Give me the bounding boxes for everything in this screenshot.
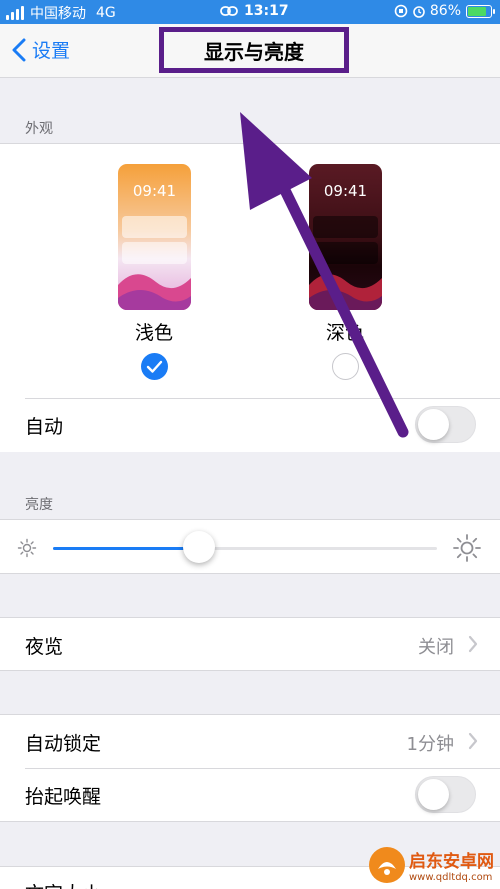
network-type: 4G	[96, 5, 116, 21]
auto-appearance-toggle[interactable]	[415, 406, 476, 443]
watermark: 启东安卓网 www.qdltdq.com	[369, 847, 494, 883]
alarm-icon	[413, 6, 425, 18]
night-shift-label: 夜览	[25, 636, 64, 658]
battery-icon	[466, 4, 495, 18]
brightness-section-label: 亮度	[25, 497, 53, 513]
watermark-logo-icon	[369, 847, 405, 883]
auto-lock-value: 1分钟	[406, 734, 454, 755]
watermark-name: 启东安卓网	[409, 852, 494, 872]
auto-appearance-row: 自动	[0, 398, 500, 452]
toggle-knob	[418, 779, 449, 810]
battery-percent: 86%	[429, 3, 461, 19]
light-preview-time: 09:41	[132, 182, 177, 200]
orientation-lock-icon	[394, 4, 408, 18]
text-size-label: 文字大小	[25, 879, 101, 889]
dark-preview-time: 09:41	[323, 182, 368, 200]
status-left: 中国移动 4G	[6, 3, 116, 23]
chevron-right-icon	[468, 635, 478, 653]
brightness-card	[0, 519, 500, 574]
dark-mode-radio[interactable]	[332, 353, 359, 380]
link-icon	[220, 6, 238, 16]
appearance-card: 09:41 浅色 09:41 深色 自动	[0, 143, 500, 452]
back-label: 设置	[32, 40, 71, 62]
navigation-bar: 设置 显示与亮度	[0, 24, 500, 78]
watermark-url: www.qdltdq.com	[409, 872, 493, 883]
chevron-left-icon	[12, 38, 26, 61]
battery-fill	[468, 6, 486, 16]
signal-icon	[6, 6, 24, 20]
auto-lock-row[interactable]: 自动锁定 1分钟	[0, 714, 500, 768]
auto-lock-label: 自动锁定	[25, 733, 102, 755]
brightness-slider-fill	[53, 547, 199, 550]
dark-mode-label: 深色	[325, 322, 364, 344]
status-bar: 中国移动 4G 13:17 86%	[0, 0, 500, 24]
status-right: 86%	[394, 3, 495, 19]
toggle-knob	[418, 409, 449, 440]
sun-small-icon	[17, 538, 37, 558]
status-time: 13:17	[244, 3, 289, 19]
sun-large-icon	[453, 534, 481, 562]
row-divider	[25, 768, 500, 769]
page-title-text: 显示与亮度	[204, 39, 304, 64]
light-mode-preview[interactable]: 09:41	[118, 164, 191, 310]
dark-preview-widget	[313, 216, 378, 238]
appearance-section-label: 外观	[25, 121, 53, 137]
light-preview-wave	[118, 274, 191, 310]
back-button[interactable]: 设置	[12, 36, 70, 63]
brightness-slider-track[interactable]	[53, 547, 437, 550]
light-preview-widget	[122, 216, 187, 238]
light-mode-radio[interactable]	[141, 353, 168, 380]
chevron-right-icon	[468, 732, 478, 750]
night-shift-row[interactable]: 夜览 关闭	[0, 617, 500, 671]
page-title: 显示与亮度	[159, 27, 349, 73]
dark-mode-preview[interactable]: 09:41	[309, 164, 382, 310]
dark-preview-wave	[309, 274, 382, 310]
checkmark-icon	[146, 360, 163, 373]
night-shift-value: 关闭	[418, 637, 454, 658]
light-mode-label: 浅色	[134, 322, 173, 344]
status-center: 13:17	[220, 3, 289, 19]
row-divider	[25, 398, 500, 399]
raise-to-wake-row: 抬起唤醒	[0, 768, 500, 822]
raise-to-wake-toggle[interactable]	[415, 776, 476, 813]
auto-appearance-label: 自动	[25, 416, 64, 438]
brightness-slider-thumb[interactable]	[183, 531, 215, 563]
raise-to-wake-label: 抬起唤醒	[25, 786, 102, 808]
carrier-name: 中国移动	[30, 6, 86, 22]
